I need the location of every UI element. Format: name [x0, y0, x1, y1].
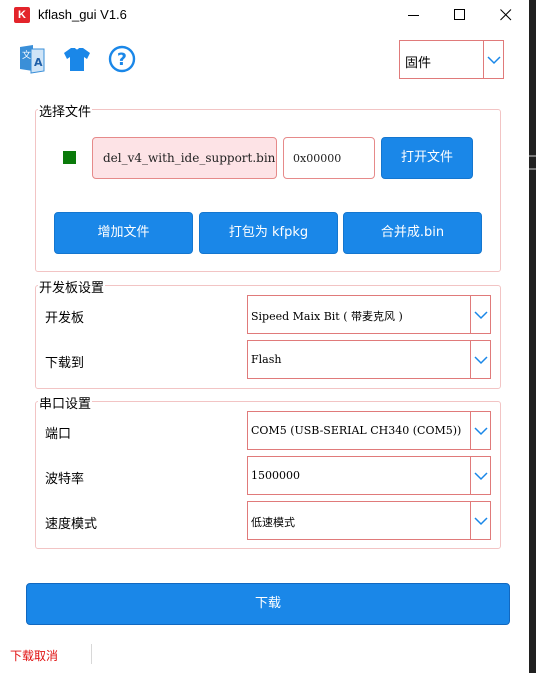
firmware-select[interactable]: 固件: [399, 40, 504, 79]
chevron-down-icon[interactable]: [470, 502, 490, 539]
speed-mode-label: 速度模式: [45, 517, 98, 532]
language-icon[interactable]: 文 A: [17, 43, 47, 75]
window-title: kflash_gui V1.6: [38, 7, 127, 22]
baud-select[interactable]: 1500000: [247, 456, 491, 495]
close-button[interactable]: [483, 0, 529, 30]
minimize-button[interactable]: [391, 0, 437, 30]
download-to-label: 下载到: [45, 356, 85, 371]
chevron-down-icon[interactable]: [470, 296, 490, 333]
status-bar-divider: [91, 644, 92, 664]
chevron-down-icon[interactable]: [470, 412, 490, 449]
maximize-button[interactable]: [437, 0, 483, 30]
board-group-title: 开发板设置: [38, 277, 106, 296]
board-select[interactable]: Sipeed Maix Bit ( 带麦克风 ): [247, 295, 491, 334]
serial-group-title: 串口设置: [38, 393, 93, 412]
download-to-value: Flash: [251, 353, 282, 366]
pack-kfpkg-button[interactable]: 打包为 kfpkg: [199, 212, 338, 254]
address-value: 0x00000: [293, 152, 342, 165]
file-path-field[interactable]: del_v4_with_ide_support.bin: [92, 137, 277, 179]
port-select-value: COM5 (USB-SERIAL CH340 (COM5)): [251, 424, 462, 437]
skin-icon[interactable]: [62, 43, 92, 75]
port-label: 端口: [45, 427, 72, 442]
file-path-value: del_v4_with_ide_support.bin: [103, 151, 276, 165]
speed-mode-select[interactable]: 低速模式: [247, 501, 491, 540]
download-button[interactable]: 下载: [26, 583, 510, 625]
address-input[interactable]: 0x00000: [283, 137, 375, 179]
edge-mark: [529, 155, 536, 157]
download-to-select[interactable]: Flash: [247, 340, 491, 379]
minimize-icon: [408, 15, 419, 16]
chevron-down-icon[interactable]: [483, 41, 503, 78]
svg-text:文: 文: [22, 49, 31, 61]
chevron-down-icon[interactable]: [470, 341, 490, 378]
merge-bin-button[interactable]: 合并成.bin: [343, 212, 482, 254]
app-logo-icon: K: [14, 7, 30, 23]
firmware-select-value: 固件: [405, 56, 432, 71]
app-window: K kflash_gui V1.6 文 A ? 固件 选择文件 del_v4_w…: [0, 0, 529, 673]
close-icon: [500, 9, 512, 21]
baud-select-value: 1500000: [251, 469, 300, 482]
open-file-button[interactable]: 打开文件: [381, 137, 473, 179]
background-edge: [529, 0, 536, 673]
file-group-title: 选择文件: [38, 101, 93, 120]
svg-text:A: A: [34, 56, 43, 69]
edge-mark: [529, 168, 536, 170]
svg-text:?: ?: [117, 50, 127, 70]
port-select[interactable]: COM5 (USB-SERIAL CH340 (COM5)): [247, 411, 491, 450]
status-text: 下载取消: [10, 649, 59, 663]
speed-mode-value: 低速模式: [251, 516, 295, 529]
file-status-indicator: [63, 151, 76, 164]
board-select-value: Sipeed Maix Bit ( 带麦克风 ): [251, 310, 403, 323]
maximize-icon: [454, 9, 465, 20]
chevron-down-icon[interactable]: [470, 457, 490, 494]
title-bar: K kflash_gui V1.6: [0, 0, 529, 30]
baud-label: 波特率: [45, 472, 85, 487]
help-icon[interactable]: ?: [107, 43, 137, 75]
board-label: 开发板: [45, 311, 85, 326]
add-file-button[interactable]: 增加文件: [54, 212, 193, 254]
